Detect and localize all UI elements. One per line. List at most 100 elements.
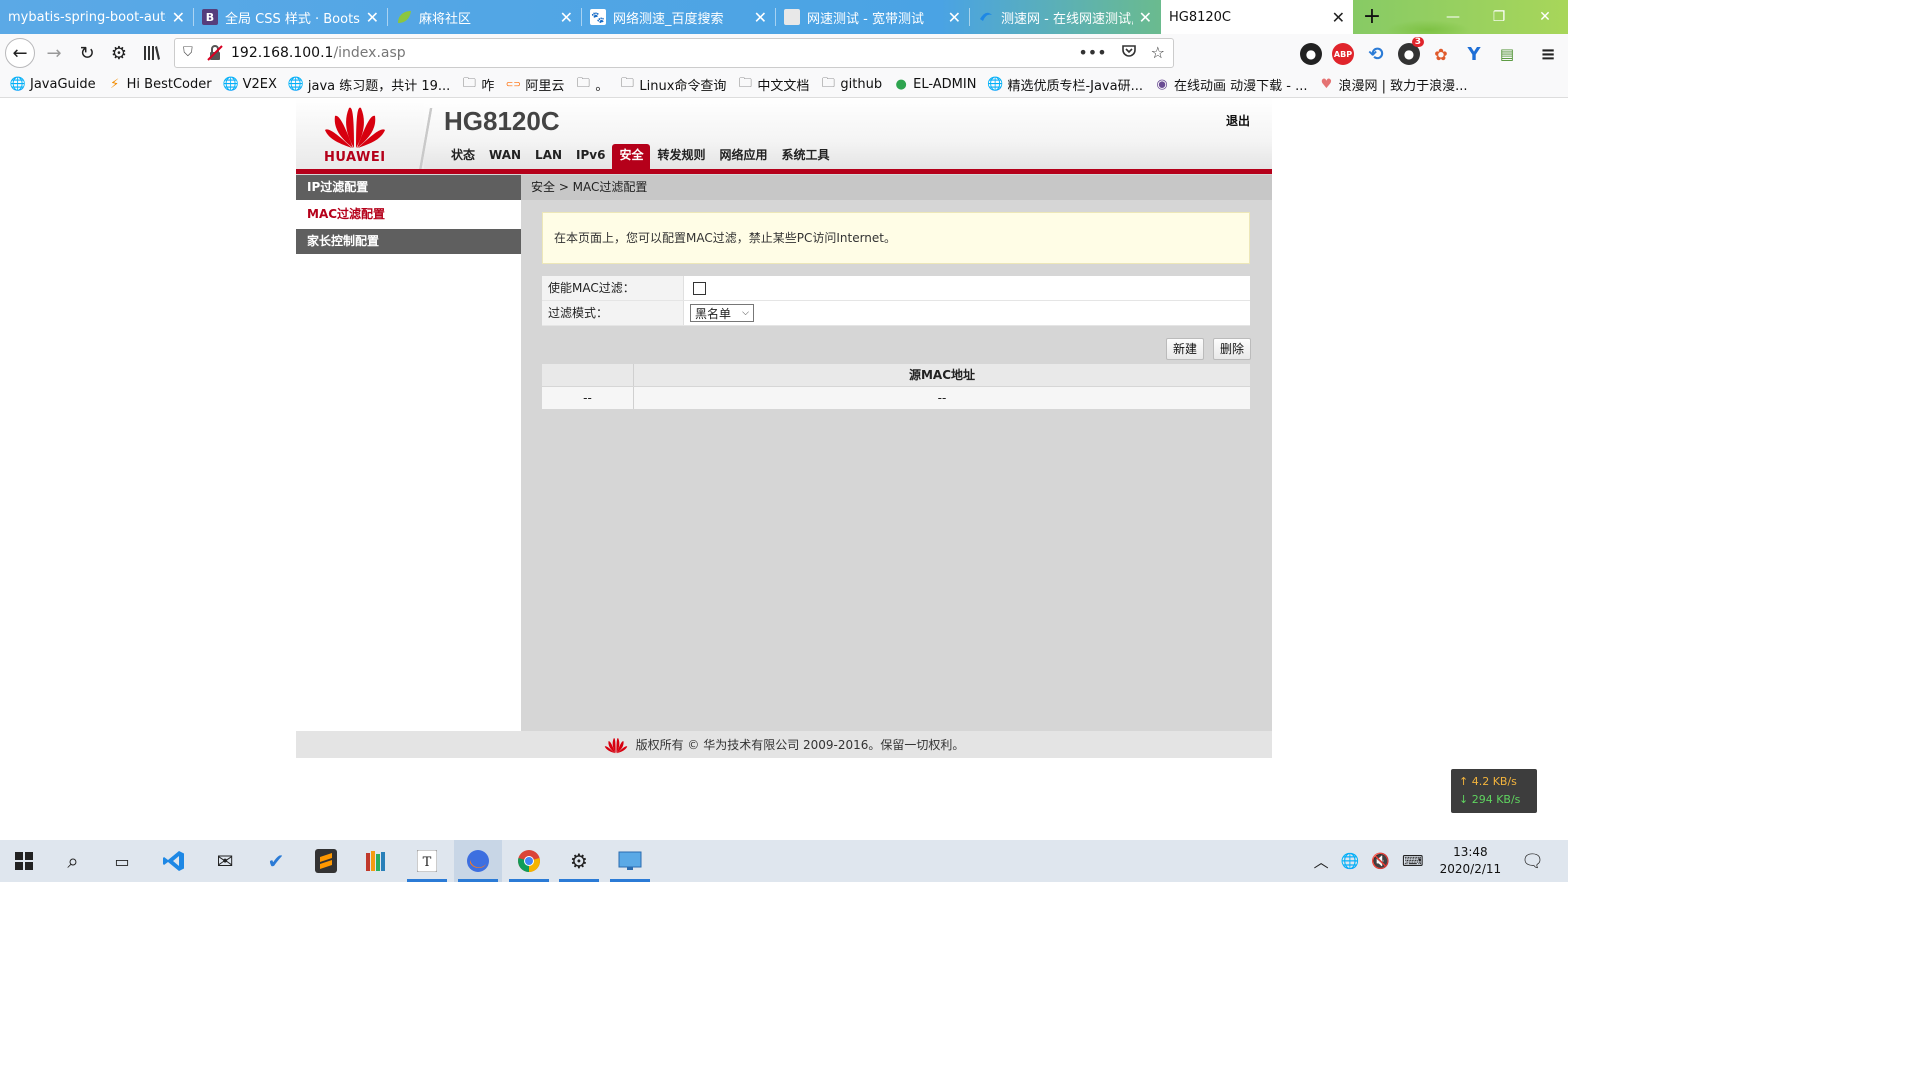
adblock-plus-icon[interactable]: ABP [1332, 43, 1354, 65]
sidebar-item[interactable]: 家长控制配置 [296, 229, 521, 254]
enable-mac-filter-checkbox[interactable] [693, 281, 706, 295]
tab-speedtest-online[interactable]: 测速网 - 在线网速测试,网 ✕ [970, 0, 1160, 34]
globe-icon: 🌐 [9, 77, 27, 92]
nav-item[interactable]: 安全 [612, 144, 651, 170]
bookmark-item[interactable]: 🌐 V2EX [222, 77, 276, 93]
tab-hg8120c[interactable]: HG8120C ✕ [1161, 0, 1353, 34]
forward-button[interactable]: → [39, 38, 69, 68]
sidebar-item[interactable]: MAC过滤配置 [296, 202, 521, 227]
typora-icon[interactable]: T [403, 840, 451, 882]
nav-item[interactable]: 转发规则 [650, 144, 712, 170]
logout-link[interactable]: 退出 [1226, 112, 1250, 129]
tracking-shield-icon[interactable]: ⛉ [183, 45, 197, 61]
vscode-icon[interactable] [150, 840, 198, 882]
bookmark-item[interactable]: 🌐 JavaGuide [10, 77, 96, 93]
bookmark-item[interactable]: 🗀 咋 [461, 75, 495, 95]
close-window-button[interactable]: ✕ [1522, 0, 1568, 34]
new-button[interactable]: 新建 [1165, 338, 1204, 360]
address-bar[interactable]: ⛉ 192.168.100.1/index.asp ••• ☆ [174, 38, 1174, 68]
notes-extension-icon[interactable]: ▤ [1496, 43, 1518, 65]
tab-mahjong[interactable]: 麻将社区 ✕ [388, 0, 581, 34]
tab-bootstrap[interactable]: B 全局 CSS 样式 · Bootstr ✕ [194, 0, 387, 34]
bookmark-item[interactable]: ◉ 在线动画 动漫下载 - ... [1154, 75, 1307, 94]
settings-gear-icon[interactable]: ⚙ [104, 38, 134, 68]
vue-devtools-icon[interactable]: Y [1463, 43, 1485, 65]
mail-icon[interactable]: ✉ [201, 840, 249, 882]
bookmark-label: github [840, 77, 883, 92]
close-icon[interactable]: ✕ [948, 8, 961, 27]
clock-date: 2020/2/11 [1439, 862, 1502, 876]
tab-mybatis[interactable]: mybatis-spring-boot-auto ✕ [0, 0, 193, 34]
close-icon[interactable]: ✕ [1139, 8, 1152, 27]
pocket-icon[interactable] [1121, 43, 1137, 63]
back-button[interactable]: ← [5, 38, 35, 68]
nav-item[interactable]: 网络应用 [713, 144, 775, 170]
bookmark-item[interactable]: ♥ 浪漫网 | 致力于浪漫... [1319, 75, 1468, 94]
table-header-row: 源MAC地址 [542, 364, 1250, 386]
minimize-button[interactable]: — [1430, 0, 1476, 34]
sidebar-item[interactable]: IP过滤配置 [296, 175, 521, 200]
firefox-icon[interactable] [454, 840, 502, 882]
close-icon[interactable]: ✕ [560, 8, 573, 27]
globe-icon: 🌐 [987, 77, 1004, 92]
bookmark-item[interactable]: 🗀 Linux命令查询 [619, 75, 727, 95]
clock[interactable]: 13:48 2020/2/11 [1440, 844, 1502, 878]
account-icon[interactable]: ● [1300, 43, 1322, 65]
hamburger-menu-icon[interactable]: ≡ [1537, 43, 1559, 65]
input-method-icon[interactable]: ⌨ [1402, 852, 1424, 870]
download-speed: ↓ 294 KB/s [1459, 793, 1521, 806]
bookmark-item[interactable]: ● EL-ADMIN [893, 77, 976, 93]
extension-with-badge-icon[interactable]: 3 ● [1398, 37, 1424, 65]
bookmark-item[interactable]: 🌐 精选优质专栏-Java研... [987, 75, 1143, 94]
nav-item[interactable]: LAN [528, 144, 569, 170]
volume-muted-icon[interactable]: 🔇 [1371, 852, 1390, 870]
bookmark-item[interactable]: 🗀 github [820, 76, 883, 93]
url-path: /index.asp [333, 45, 406, 61]
tab-speedtest-broadband[interactable]: 网速测试 - 宽带测试 ✕ [776, 0, 969, 34]
nav-item[interactable]: IPv6 [569, 144, 612, 170]
task-view-icon[interactable]: ▭ [98, 840, 146, 882]
search-icon[interactable]: ⌕ [49, 840, 97, 882]
network-globe-icon[interactable]: 🌐 [1341, 852, 1360, 870]
books-icon[interactable] [352, 840, 400, 882]
delete-button[interactable]: 删除 [1212, 338, 1251, 360]
library-icon[interactable] [137, 38, 167, 68]
close-icon[interactable]: ✕ [754, 8, 767, 27]
close-icon[interactable]: ✕ [1332, 8, 1345, 27]
folder-icon: 🗀 [576, 75, 590, 91]
notification-icon[interactable]: 🗨 [1521, 851, 1544, 872]
tab-label: 全局 CSS 样式 · Bootstr [225, 11, 360, 27]
bookmark-label: 中文文档 [757, 79, 810, 94]
close-icon[interactable]: ✕ [172, 8, 185, 27]
sublime-icon[interactable] [302, 840, 350, 882]
remote-desktop-icon[interactable] [606, 840, 654, 882]
new-tab-button[interactable]: + [1360, 3, 1384, 31]
close-icon[interactable]: ✕ [366, 8, 379, 27]
folder-icon: 🗀 [462, 75, 476, 91]
bookmark-item[interactable]: 🌐 java 练习题，共计 19... [288, 75, 451, 94]
router-footer: 版权所有 © 华为技术有限公司 2009-2016。保留一切权利。 [296, 731, 1272, 758]
reload-button[interactable]: ↻ [72, 38, 102, 68]
settings-icon[interactable]: ⚙ [555, 840, 603, 882]
people-extension-icon[interactable]: ✿ [1430, 43, 1452, 65]
tab-label: 测速网 - 在线网速测试,网 [1001, 11, 1133, 27]
nav-item[interactable]: 系统工具 [775, 144, 837, 170]
insecure-connection-icon[interactable] [207, 45, 223, 61]
aliyun-icon: ⊂⊃ [505, 79, 521, 90]
nav-item[interactable]: WAN [482, 144, 528, 170]
crop-extension-icon[interactable]: ⟲ [1365, 43, 1387, 65]
bookmark-item[interactable]: 🗀。 [575, 75, 609, 95]
tab-baidu[interactable]: 🐾 网络测速_百度搜索 ✕ [582, 0, 775, 34]
bookmark-star-icon[interactable]: ☆ [1151, 43, 1165, 63]
nav-item[interactable]: 状态 [444, 144, 482, 170]
filter-mode-select[interactable]: 黑名单 ⌵ [690, 304, 754, 322]
chrome-icon[interactable] [505, 840, 553, 882]
todo-icon[interactable]: ✔ [252, 840, 300, 882]
bookmark-item[interactable]: ⊂⊃ 阿里云 [505, 75, 565, 94]
start-icon[interactable] [0, 840, 48, 882]
bookmark-item[interactable]: ⚡ Hi BestCoder [107, 77, 212, 93]
bookmark-item[interactable]: 🗀 中文文档 [737, 75, 810, 95]
restore-button[interactable]: ❐ [1476, 0, 1522, 34]
chevron-up-icon[interactable]: ︿ [1314, 851, 1329, 872]
page-actions-icon[interactable]: ••• [1078, 43, 1106, 63]
